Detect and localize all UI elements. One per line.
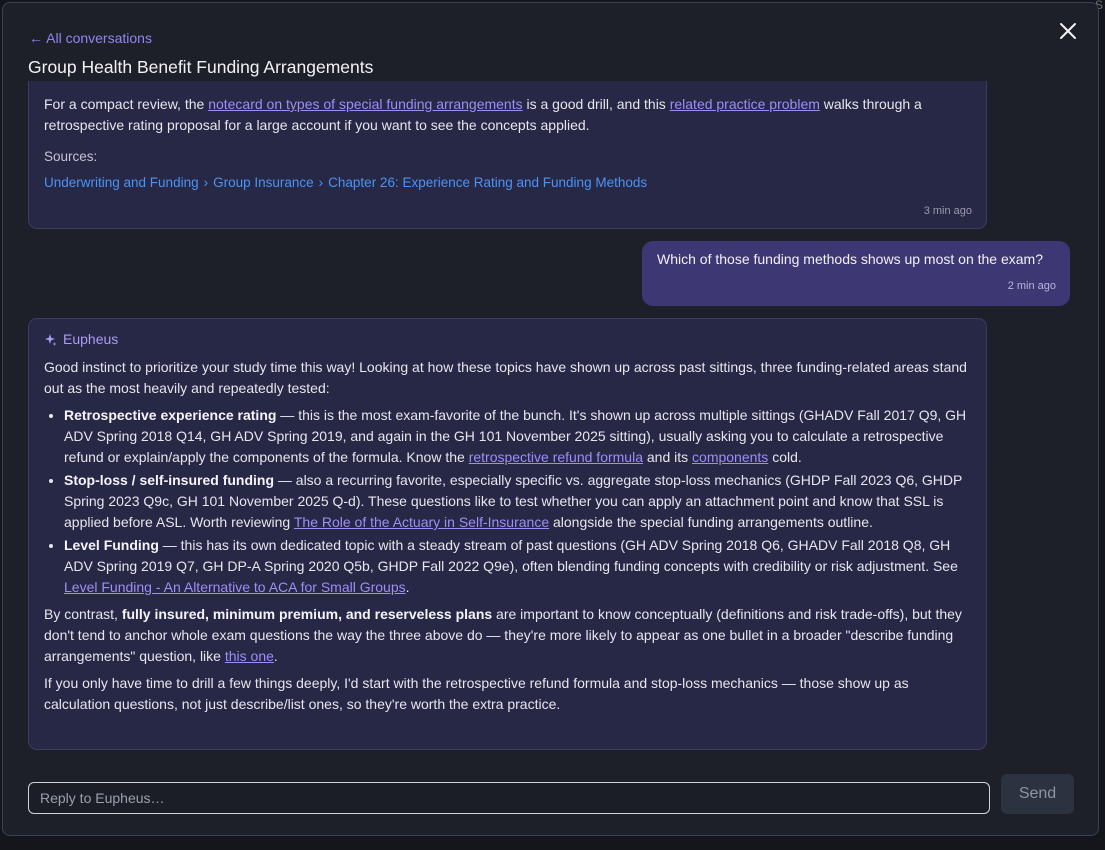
bullet-title: Retrospective experience rating	[64, 407, 277, 423]
text-segment: By contrast,	[44, 606, 122, 622]
assistant-message-previous: For a compact review, the notecard on ty…	[28, 81, 987, 229]
source-link-underwriting[interactable]: Underwriting and Funding	[44, 175, 199, 190]
intro-paragraph: Good instinct to prioritize your study t…	[44, 359, 967, 396]
retrospective-refund-formula-link[interactable]: retrospective refund formula	[469, 449, 643, 465]
source-link-chapter-26[interactable]: Chapter 26: Experience Rating and Fundin…	[328, 175, 647, 190]
text-segment: and its	[643, 449, 693, 465]
level-funding-link[interactable]: Level Funding - An Alternative to ACA fo…	[64, 579, 406, 595]
message-timestamp: 2 min ago	[1007, 280, 1056, 292]
bold-text: fully insured, minimum premium, and rese…	[121, 606, 493, 622]
assistant-header: Eupheus	[44, 329, 118, 350]
assistant-message-body: Good instinct to prioritize your study t…	[44, 357, 972, 721]
text-segment: .	[273, 648, 278, 664]
bullet-title: Stop-loss / self-insured funding	[64, 472, 274, 488]
self-insurance-role-link[interactable]: The Role of the Actuary in Self-Insuranc…	[294, 514, 549, 530]
components-link[interactable]: components	[692, 449, 768, 465]
text-segment: cold.	[768, 449, 802, 465]
user-message-text: Which of those funding methods shows up …	[657, 251, 1043, 267]
funding-areas-list: Retrospective experience rating — this i…	[44, 405, 972, 598]
this-one-link[interactable]: this one	[225, 648, 274, 664]
sources-label: Sources:	[44, 149, 98, 164]
text-segment: — this has its own dedicated topic with …	[64, 537, 958, 574]
breadcrumb-separator-icon: ›	[318, 175, 324, 190]
practice-problem-link[interactable]: related practice problem	[670, 96, 820, 112]
conversation-title: Group Health Benefit Funding Arrangement…	[28, 57, 374, 77]
source-link-group-insurance[interactable]: Group Insurance	[213, 175, 314, 190]
back-to-conversations-link[interactable]: ← All conversations	[29, 30, 152, 46]
bullet-title: Level Funding	[64, 537, 159, 553]
sources-breadcrumb: Underwriting and Funding › Group Insurance…	[44, 172, 647, 193]
closing-paragraph: If you only have time to drill a few thi…	[44, 675, 909, 712]
send-button[interactable]: Send	[1001, 774, 1074, 814]
contrast-paragraph: By contrast, fully insured, minimum prem…	[44, 604, 972, 667]
text-segment: .	[405, 579, 410, 595]
text-segment: alongside the special funding arrangemen…	[549, 514, 873, 530]
close-icon[interactable]	[1056, 19, 1080, 43]
reply-input[interactable]	[28, 782, 990, 814]
message-text: For a compact review, the notecard on ty…	[44, 94, 969, 136]
list-item: Retrospective experience rating — this i…	[64, 405, 972, 468]
message-timestamp: 3 min ago	[923, 205, 972, 217]
breadcrumb-separator-icon: ›	[203, 175, 209, 190]
assistant-message: Eupheus Good instinct to prioritize your…	[28, 318, 987, 750]
user-message: Which of those funding methods shows up …	[642, 241, 1070, 306]
assistant-name: Eupheus	[63, 331, 119, 347]
text-segment: is a good drill, and this	[522, 96, 670, 112]
list-item: Level Funding — this has its own dedicat…	[64, 535, 972, 598]
list-item: Stop-loss / self-insured funding — also …	[64, 470, 972, 533]
conversation-modal: ← All conversations Group Health Benefit…	[2, 2, 1099, 836]
text-segment: For a compact review, the	[44, 96, 209, 112]
sparkle-icon	[44, 333, 57, 346]
notecard-link[interactable]: notecard on types of special funding arr…	[208, 96, 522, 112]
